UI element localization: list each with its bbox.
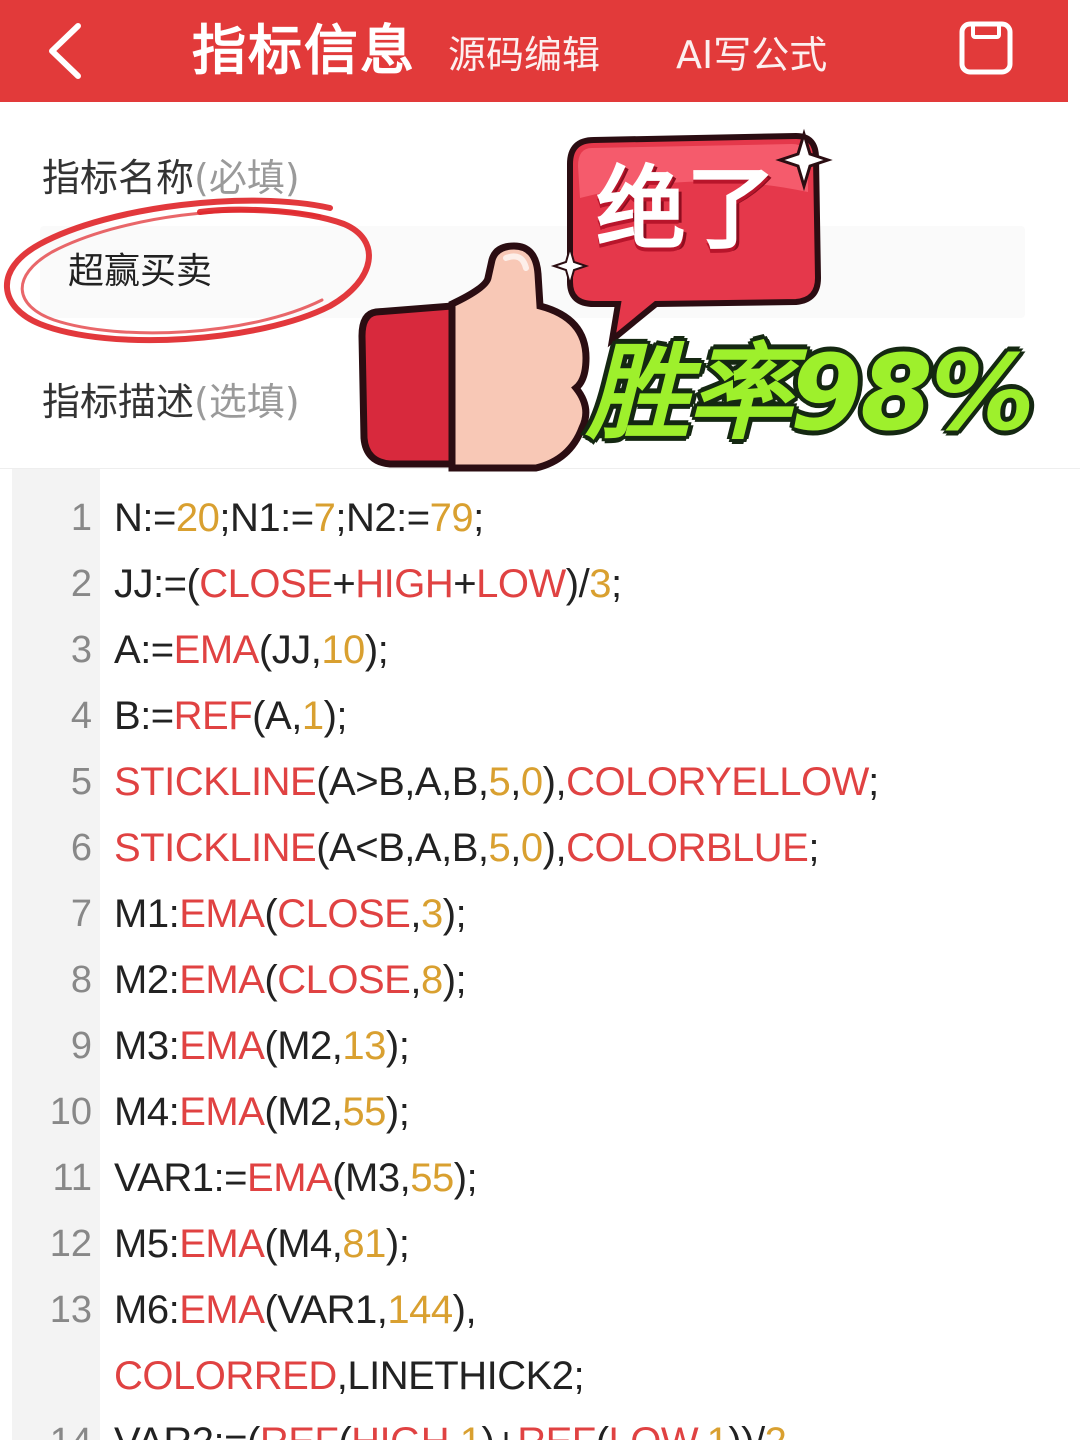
- code-text: M4:EMA(M2,55);: [114, 1090, 410, 1134]
- line-number: 3: [70, 629, 92, 671]
- page-title: 指标信息: [192, 19, 416, 82]
- win-rate-text: 胜率98%: [586, 332, 1035, 454]
- line-number: 8: [70, 959, 92, 1001]
- line-number: 2: [70, 563, 92, 605]
- code-line[interactable]: 11 VAR1:=EMA(M3,55);: [0, 1145, 1080, 1211]
- line-number: 13: [49, 1289, 92, 1331]
- code-line[interactable]: 5 STICKLINE(A>B,A,B,5,0),COLORYELLOW;: [0, 749, 1080, 815]
- save-icon[interactable]: [958, 20, 1014, 76]
- code-text: M6:EMA(VAR1,144),: [114, 1288, 477, 1332]
- code-line[interactable]: 12 M5:EMA(M4,81);: [0, 1211, 1080, 1277]
- line-number: 10: [49, 1091, 92, 1133]
- desc-optional-hint: (选填): [194, 380, 300, 424]
- name-required-hint: (必填): [194, 156, 300, 200]
- code-line[interactable]: 6 STICKLINE(A<B,A,B,5,0),COLORBLUE;: [0, 815, 1080, 881]
- code-line[interactable]: 3 A:=EMA(JJ,10);: [0, 617, 1080, 683]
- code-line[interactable]: 13 M6:EMA(VAR1,144),: [0, 1277, 1080, 1343]
- code-text: N:=20;N1:=7;N2:=79;: [114, 496, 484, 540]
- code-text: B:=REF(A,1);: [114, 694, 348, 738]
- top-bar: 指标信息 源码编辑 AI写公式: [0, 0, 1068, 102]
- code-line[interactable]: 8 M2:EMA(CLOSE,8);: [0, 947, 1080, 1013]
- code-line[interactable]: COLORRED,LINETHICK2;: [0, 1343, 1080, 1409]
- line-number: 5: [70, 761, 92, 803]
- code-line[interactable]: 7 M1:EMA(CLOSE,3);: [0, 881, 1080, 947]
- code-text: COLORRED,LINETHICK2;: [114, 1354, 585, 1398]
- code-text: M2:EMA(CLOSE,8);: [114, 958, 467, 1002]
- indicator-name-label: 指标名称(必填): [42, 154, 300, 202]
- code-line[interactable]: 14 VAR2:=(REF(HIGH,1)+REF(LOW,1))/2: [0, 1409, 1080, 1440]
- code-line[interactable]: 10 M4:EMA(M2,55);: [0, 1079, 1080, 1145]
- bubble-text: 绝了: [596, 157, 776, 262]
- tab-source-edit[interactable]: 源码编辑: [448, 30, 600, 80]
- code-line[interactable]: 4 B:=REF(A,1);: [0, 683, 1080, 749]
- code-text: M3:EMA(M2,13);: [114, 1024, 410, 1068]
- line-number: 7: [70, 893, 92, 935]
- line-number: 9: [70, 1025, 92, 1067]
- code-text: VAR2:=(REF(HIGH,1)+REF(LOW,1))/2: [114, 1409, 787, 1440]
- code-editor[interactable]: 1 N:=20;N1:=7;N2:=79; 2 JJ:=(CLOSE+HIGH+LOW…: [0, 468, 1080, 1440]
- code-text: JJ:=(CLOSE+HIGH+LOW)/3;: [114, 562, 622, 606]
- line-number: 12: [49, 1223, 92, 1265]
- line-number: 1: [70, 497, 92, 539]
- desc-label-text: 指标描述: [42, 380, 195, 424]
- indicator-desc-label: 指标描述(选填): [42, 378, 300, 426]
- line-number: 11: [52, 1157, 92, 1199]
- code-text: M5:EMA(M4,81);: [114, 1222, 410, 1266]
- code-text: M1:EMA(CLOSE,3);: [114, 892, 467, 936]
- code-text: VAR1:=EMA(M3,55);: [114, 1156, 478, 1200]
- line-number: 6: [70, 827, 92, 869]
- name-label-text: 指标名称: [42, 156, 195, 200]
- line-number: 4: [70, 695, 92, 737]
- indicator-name-value: 超赢买卖: [68, 251, 213, 292]
- code-line[interactable]: 1 N:=20;N1:=7;N2:=79;: [0, 485, 1080, 551]
- line-number: 14: [12, 1409, 92, 1440]
- code-text: A:=EMA(JJ,10);: [114, 628, 389, 672]
- code-text: STICKLINE(A>B,A,B,5,0),COLORYELLOW;: [114, 760, 879, 804]
- code-line[interactable]: 9 M3:EMA(M2,13);: [0, 1013, 1080, 1079]
- code-line[interactable]: 2 JJ:=(CLOSE+HIGH+LOW)/3;: [0, 551, 1080, 617]
- tab-ai-formula[interactable]: AI写公式: [676, 30, 827, 80]
- back-arrow-icon[interactable]: [38, 16, 98, 86]
- code-text: STICKLINE(A<B,A,B,5,0),COLORBLUE;: [114, 826, 819, 870]
